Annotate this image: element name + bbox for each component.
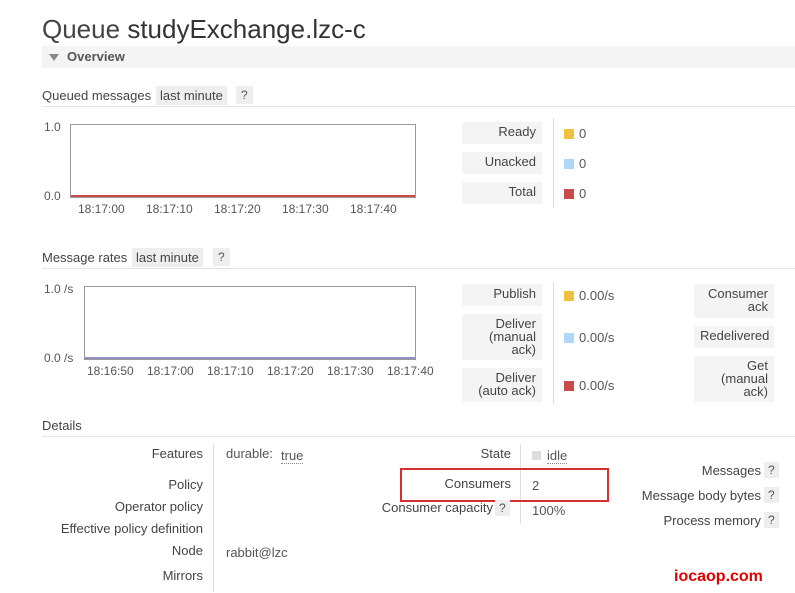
page-title: Queue studyExchange.lzc-c (42, 14, 366, 45)
legend-toggle-ready[interactable]: Ready (462, 122, 542, 144)
overview-section-toggle[interactable]: Overview (42, 46, 795, 68)
ready-value: 0 (579, 126, 587, 141)
state-value: idle (547, 448, 568, 464)
state-label: State (480, 446, 511, 461)
collapse-triangle-icon (49, 54, 59, 61)
legend-toggle-publish[interactable]: Publish (462, 284, 542, 306)
node-label: Node (171, 543, 203, 558)
legend-divider (553, 282, 554, 404)
queued-help-button[interactable]: ? (236, 86, 253, 104)
features-key: durable: (226, 446, 273, 461)
mirrors-label: Mirrors (162, 568, 203, 583)
y-tick-label: 1.0 (44, 120, 61, 134)
queued-messages-header: Queued messages last minute ? (42, 86, 795, 107)
consumer-capacity-help-button[interactable]: ? (495, 500, 510, 516)
x-tick-label: 18:17:10 (146, 202, 193, 216)
x-tick-label: 18:17:30 (327, 364, 374, 378)
publish-swatch (564, 291, 574, 301)
features-label: Features (151, 446, 203, 461)
node-value: rabbit@lzc (226, 545, 288, 560)
details-heading: Details (42, 418, 82, 433)
legend-toggle-deliver-manual-ack[interactable]: Deliver (manual ack) (462, 314, 542, 360)
details-header: Details (42, 416, 795, 437)
y-tick-label: 0.0 (44, 189, 61, 203)
process-memory-help-button[interactable]: ? (764, 512, 779, 528)
y-tick-label: 1.0 /s (44, 282, 74, 296)
x-tick-label: 18:17:00 (147, 364, 194, 378)
series-line-deliver (85, 357, 415, 359)
features-durable-value: true (281, 448, 304, 464)
policy-label: Policy (168, 477, 203, 492)
x-tick-label: 18:17:00 (78, 202, 125, 216)
message-body-bytes-label: Message body bytes (641, 488, 761, 503)
legend-toggle-consumer-ack[interactable]: Consumer ack (694, 284, 774, 318)
rates-help-button[interactable]: ? (213, 248, 230, 266)
legend-toggle-redelivered[interactable]: Redelivered (694, 326, 774, 348)
unacked-swatch (564, 159, 574, 169)
watermark: iocaop.com (674, 568, 763, 585)
overview-label: Overview (67, 49, 125, 64)
consumer-capacity-value: 100% (532, 503, 566, 518)
x-tick-label: 18:16:50 (87, 364, 134, 378)
total-value: 0 (579, 186, 587, 201)
total-swatch (564, 189, 574, 199)
rates-range-selector[interactable]: last minute (132, 248, 203, 267)
x-tick-label: 18:17:40 (387, 364, 434, 378)
consumers-highlight-box (400, 468, 609, 502)
x-tick-label: 18:17:40 (350, 202, 397, 216)
legend-toggle-deliver-auto-ack[interactable]: Deliver (auto ack) (462, 368, 542, 402)
operator-policy-label: Operator policy (114, 499, 203, 514)
deliver-manual-swatch (564, 333, 574, 343)
deliver-auto-swatch (564, 381, 574, 391)
legend-toggle-total[interactable]: Total (462, 182, 542, 204)
message-rates-heading: Message rates (42, 250, 128, 265)
effective-policy-label: Effective policy definition (60, 521, 203, 536)
process-memory-label: Process memory (663, 513, 761, 528)
legend-divider (553, 118, 554, 208)
y-tick-label: 0.0 /s (44, 351, 74, 365)
message-rates-chart (84, 286, 416, 360)
queued-messages-heading: Queued messages (42, 88, 152, 103)
consumer-capacity-label: Consumer capacity (381, 500, 493, 515)
queued-messages-chart (70, 124, 416, 198)
legend-toggle-get-manual-ack[interactable]: Get (manual ack) (694, 356, 774, 402)
deliver-auto-value: 0.00/s (579, 378, 615, 393)
ready-swatch (564, 129, 574, 139)
message-body-bytes-help-button[interactable]: ? (764, 487, 779, 503)
title-prefix: Queue (42, 14, 121, 44)
publish-value: 0.00/s (579, 288, 615, 303)
messages-help-button[interactable]: ? (764, 462, 779, 478)
x-tick-label: 18:17:30 (282, 202, 329, 216)
queued-range-selector[interactable]: last minute (156, 86, 227, 105)
deliver-manual-value: 0.00/s (579, 330, 615, 345)
queue-name: studyExchange.lzc-c (127, 14, 366, 44)
series-line-total (71, 195, 415, 197)
x-tick-label: 18:17:10 (207, 364, 254, 378)
details-divider (213, 444, 214, 592)
message-rates-header: Message rates last minute ? (42, 248, 795, 269)
unacked-value: 0 (579, 156, 587, 171)
x-tick-label: 18:17:20 (267, 364, 314, 378)
state-indicator-icon (532, 451, 541, 460)
legend-toggle-unacked[interactable]: Unacked (462, 152, 542, 174)
x-tick-label: 18:17:20 (214, 202, 261, 216)
messages-label: Messages (701, 463, 761, 478)
